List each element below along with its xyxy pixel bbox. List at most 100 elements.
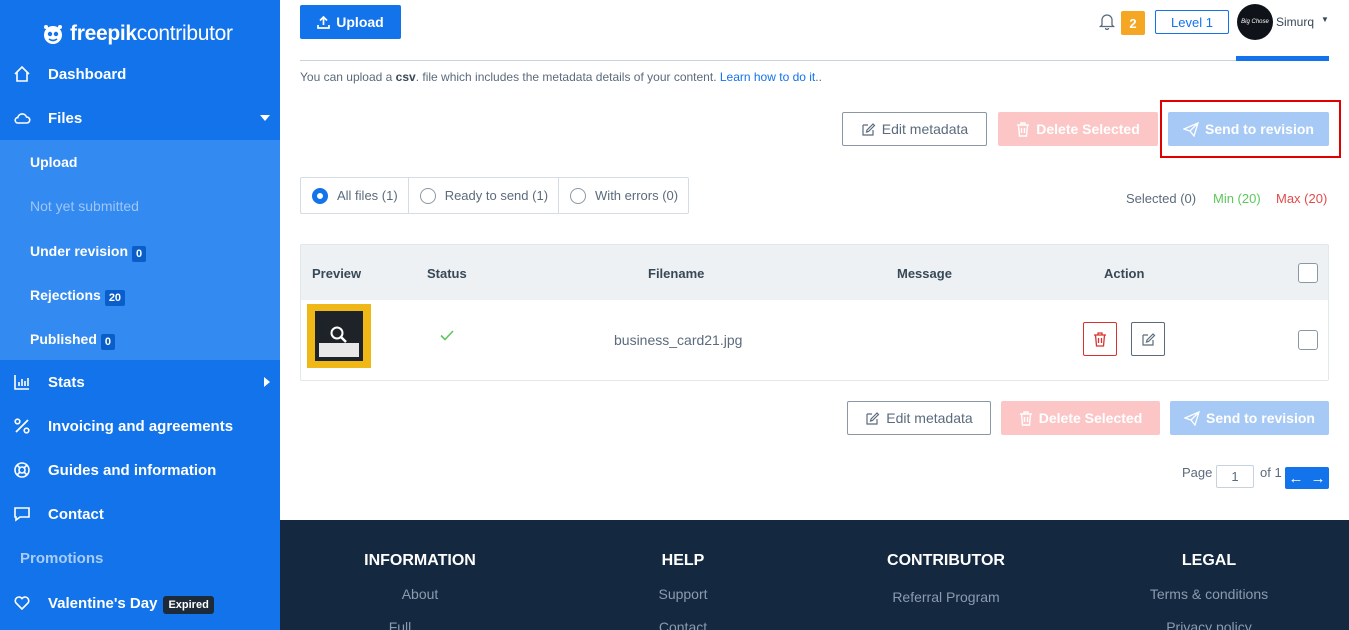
edit-icon [866, 411, 880, 425]
footer-link-support[interactable]: Support [658, 586, 707, 602]
bar-chart-icon [14, 375, 29, 390]
pagination-arrows: ← → [1285, 467, 1329, 489]
main-content: Upload 2 Level 1 Big Chose Simurq ▼ You … [280, 0, 1349, 520]
sidebar-item-label: Dashboard [48, 65, 127, 83]
radio-selected[interactable] [312, 187, 328, 204]
footer-link-terms[interactable]: Terms & conditions [1150, 586, 1268, 602]
delete-selected-button[interactable]: Delete Selected [998, 112, 1158, 146]
page-number-input[interactable]: 1 [1216, 465, 1254, 488]
footer-heading-information: INFORMATION [364, 552, 476, 569]
filename-cell: business_card21.jpg [614, 332, 743, 348]
sidebar-item-label: Stats [48, 373, 85, 391]
caret-down-icon [260, 115, 270, 121]
csv-note: You can upload a csv. file which include… [300, 70, 822, 84]
radio-unselected[interactable] [419, 187, 436, 204]
edit-icon [862, 122, 876, 136]
column-header-message: Message [897, 266, 952, 281]
highlight-box [1160, 100, 1341, 158]
file-filter-group: All files (1) Ready to send (1) With err… [300, 177, 690, 214]
trash-icon [1019, 410, 1032, 426]
promotions-heading: Promotions [20, 550, 104, 567]
delete-file-button[interactable] [1083, 322, 1117, 356]
count-badge: 20 [104, 290, 126, 306]
file-preview-thumbnail[interactable] [307, 304, 371, 368]
select-all-checkbox[interactable] [1298, 263, 1318, 283]
learn-how-link[interactable]: Learn how to do it [720, 70, 815, 84]
sidebar-item-dashboard[interactable]: Dashboard [0, 52, 280, 96]
footer-heading-legal: LEGAL [1181, 552, 1237, 569]
files-submenu: Upload Not yet submitted Under revision 0… [0, 140, 280, 360]
sidebar-item-invoicing[interactable]: Invoicing and agreements [0, 404, 280, 448]
upload-label: Upload [336, 14, 384, 30]
column-header-action: Action [1104, 266, 1145, 281]
filter-ready-to-send[interactable]: Ready to send (1) [409, 178, 560, 213]
username[interactable]: Simurq [1276, 15, 1314, 29]
row-checkbox[interactable] [1298, 330, 1318, 350]
edit-metadata-button-bottom[interactable]: Edit metadata [847, 401, 991, 435]
sidebar-item-label: Files [48, 109, 83, 127]
delete-selected-button-bottom[interactable]: Delete Selected [1001, 401, 1160, 435]
notification-badge[interactable]: 2 [1121, 11, 1145, 35]
submenu-item-published[interactable]: Published 0 [30, 328, 116, 350]
csv-upload-button[interactable] [1236, 56, 1329, 61]
logo-text: freepikcontributor [70, 22, 233, 45]
freepik-logo[interactable]: freepikcontributor [42, 20, 233, 48]
cloud-icon [14, 113, 31, 124]
avatar[interactable]: Big Chose [1237, 4, 1273, 40]
count-badge: 0 [132, 246, 147, 262]
paper-plane-icon [1184, 410, 1201, 426]
sidebar-item-label: Invoicing and agreements [48, 417, 234, 435]
trash-icon [1017, 121, 1030, 137]
lifebuoy-icon [14, 462, 30, 478]
footer-link-contact[interactable]: Contact [659, 619, 707, 630]
page-total: of 1 [1260, 465, 1282, 480]
percent-icon [14, 418, 30, 434]
sidebar-item-valentines[interactable]: Valentine's Day Expired [0, 581, 280, 625]
arrow-right-icon[interactable]: → [1311, 470, 1326, 487]
footer-link-about[interactable]: About [402, 586, 439, 602]
level-badge[interactable]: Level 1 [1155, 10, 1229, 34]
table-header: Preview Status Filename Message Action [301, 245, 1328, 300]
column-header-status: Status [427, 266, 467, 281]
send-to-revision-button-bottom[interactable]: Send to revision [1170, 401, 1329, 435]
edit-icon [1141, 332, 1155, 346]
upload-button[interactable]: Upload [300, 5, 401, 39]
magnifier-icon [330, 326, 347, 343]
max-count: Max (20) [1276, 191, 1328, 206]
sidebar: freepikcontributor Dashboard Files Uploa… [0, 0, 280, 630]
count-badge: 0 [100, 334, 116, 350]
footer-link-privacy[interactable]: Privacy policy [1166, 619, 1252, 630]
min-count: Min (20) [1213, 191, 1261, 206]
edit-metadata-button[interactable]: Edit metadata [842, 112, 987, 146]
radio-unselected[interactable] [570, 187, 587, 204]
footer-link[interactable]: Full [389, 619, 412, 630]
submenu-item-upload[interactable]: Upload [30, 154, 77, 170]
home-icon [14, 65, 30, 82]
csv-upload-field[interactable] [300, 60, 1237, 61]
upload-icon [317, 15, 331, 29]
chat-icon [14, 507, 30, 522]
sidebar-item-stats[interactable]: Stats [0, 360, 280, 404]
page-label: Page [1182, 465, 1213, 480]
freepik-mascot-icon [44, 25, 62, 44]
sidebar-item-guides[interactable]: Guides and information [0, 448, 280, 492]
arrow-left-icon[interactable]: ← [1289, 470, 1304, 487]
submenu-item-under-revision[interactable]: Under revision 0 [30, 240, 147, 262]
sidebar-item-contact[interactable]: Contact [0, 492, 280, 536]
sidebar-item-label: Valentine's Day Expired [48, 595, 214, 614]
heart-icon [14, 596, 30, 611]
user-menu-caret-icon[interactable]: ▼ [1321, 15, 1329, 24]
footer-heading-help: HELP [661, 552, 705, 569]
submenu-item-rejections[interactable]: Rejections 20 [30, 284, 126, 306]
caret-right-icon [264, 377, 270, 387]
bell-icon[interactable] [1098, 12, 1116, 30]
submenu-item-not-yet-submitted[interactable]: Not yet submitted [30, 198, 139, 214]
trash-icon [1094, 331, 1106, 347]
edit-file-button[interactable] [1131, 322, 1165, 356]
footer-heading-contributor: CONTRIBUTOR [887, 552, 1005, 569]
expired-badge: Expired [163, 595, 214, 614]
filter-with-errors[interactable]: With errors (0) [559, 178, 688, 213]
filter-all-files[interactable]: All files (1) [301, 178, 409, 213]
footer-link-referral[interactable]: Referral Program [892, 589, 999, 605]
sidebar-item-files[interactable]: Files [0, 96, 280, 140]
